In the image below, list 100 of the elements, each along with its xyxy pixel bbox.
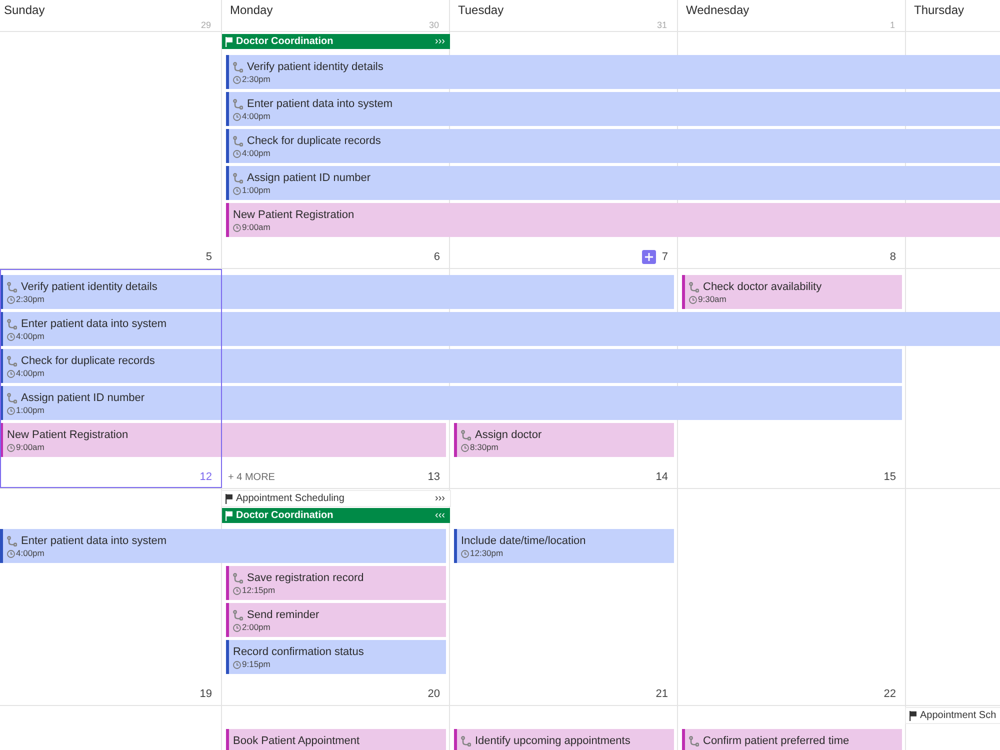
day-name: Wednesday bbox=[686, 3, 750, 18]
event-title: New Patient Registration bbox=[7, 428, 128, 442]
event-time: 2:30pm bbox=[16, 294, 44, 305]
event-time: 4:00pm bbox=[242, 111, 270, 122]
more-link[interactable]: + 4 MORE bbox=[228, 471, 275, 484]
clock-icon bbox=[233, 586, 241, 594]
event-title: Enter patient data into system bbox=[21, 534, 167, 548]
event-title: Assign patient ID number bbox=[247, 171, 371, 185]
event-card[interactable]: Assign patient ID number 1:00pm bbox=[226, 166, 1000, 200]
event-time: 12:15pm bbox=[242, 585, 276, 596]
clock-icon bbox=[233, 660, 241, 668]
date-number: 19 bbox=[200, 688, 212, 701]
date-number: 8 bbox=[890, 251, 896, 264]
event-title: Verify patient identity details bbox=[21, 280, 158, 294]
continuation-arrows: ‹‹‹ bbox=[435, 509, 445, 522]
event-card[interactable]: Book Patient Appointment bbox=[226, 729, 446, 750]
event-title: Enter patient data into system bbox=[21, 317, 167, 331]
milestone-title: Appointment Scheduling bbox=[236, 492, 344, 505]
flag-icon bbox=[909, 710, 917, 720]
event-card[interactable]: Enter patient data into system 4:00pm bbox=[0, 312, 1000, 346]
day-name: Monday bbox=[230, 3, 273, 18]
date-number: 6 bbox=[434, 251, 440, 264]
event-card[interactable]: Identify upcoming appointments bbox=[454, 729, 674, 750]
event-time: 4:00pm bbox=[16, 331, 44, 342]
date-number: 5 bbox=[206, 251, 212, 264]
event-title: Assign doctor bbox=[475, 428, 542, 442]
clock-icon bbox=[461, 444, 469, 452]
event-title: Identify upcoming appointments bbox=[475, 734, 630, 748]
clock-icon bbox=[233, 150, 241, 158]
clock-icon bbox=[233, 224, 241, 232]
date-number: 22 bbox=[884, 688, 896, 701]
clock-icon bbox=[7, 550, 15, 558]
event-time: 1:00pm bbox=[16, 405, 44, 416]
plus-icon bbox=[644, 253, 653, 261]
event-card[interactable]: Include date/time/location 12:30pm bbox=[454, 529, 674, 563]
event-time: 9:00am bbox=[242, 222, 270, 233]
event-card[interactable]: New Patient Registration 9:00am bbox=[226, 203, 1000, 237]
event-title: Check for duplicate records bbox=[247, 134, 381, 148]
event-time: 2:00pm bbox=[242, 622, 270, 633]
event-card[interactable]: Enter patient data into system 4:00pm bbox=[226, 92, 1000, 126]
add-button[interactable] bbox=[642, 250, 656, 264]
clock-icon bbox=[7, 370, 15, 378]
event-time: 1:00pm bbox=[242, 185, 270, 196]
date-number: 15 bbox=[884, 471, 896, 484]
event-title: Book Patient Appointment bbox=[233, 734, 360, 748]
day-name: Sunday bbox=[4, 3, 45, 18]
continuation-arrows: ››› bbox=[435, 492, 445, 505]
milestone-bar[interactable]: Doctor Coordination ››› bbox=[222, 34, 450, 49]
event-card[interactable]: Assign patient ID number 1:00pm bbox=[0, 386, 902, 420]
date-number: 13 bbox=[428, 471, 440, 484]
day-name: Thursday bbox=[914, 3, 964, 18]
event-card[interactable]: Confirm patient preferred time bbox=[682, 729, 902, 750]
event-card[interactable]: Check for duplicate records 4:00pm bbox=[226, 129, 1000, 163]
date-number: 1 bbox=[890, 20, 895, 30]
event-title: Send reminder bbox=[247, 608, 320, 622]
event-time: 12:30pm bbox=[470, 548, 504, 559]
event-card[interactable]: Record confirmation status 9:15pm bbox=[226, 640, 446, 674]
event-card[interactable]: New Patient Registration 9:00am bbox=[0, 423, 446, 457]
clock-icon bbox=[689, 296, 697, 304]
clock-icon bbox=[7, 444, 15, 452]
flag-icon bbox=[225, 36, 233, 46]
event-card[interactable]: Check for duplicate records 4:00pm bbox=[0, 349, 902, 383]
clock-icon bbox=[233, 186, 241, 194]
date-number: 20 bbox=[428, 688, 440, 701]
date-number: 31 bbox=[656, 20, 667, 30]
milestone-title: Doctor Coordination bbox=[236, 509, 334, 522]
clock-icon bbox=[233, 112, 241, 120]
date-number: 12 bbox=[200, 471, 212, 484]
event-card[interactable]: Save registration record 12:15pm bbox=[226, 566, 446, 600]
flag-icon bbox=[225, 494, 233, 504]
event-card[interactable]: Verify patient identity details 2:30pm bbox=[0, 275, 674, 309]
clock-icon bbox=[7, 296, 15, 304]
event-card[interactable]: Enter patient data into system 4:00pm bbox=[0, 529, 446, 563]
event-card[interactable]: Send reminder 2:00pm bbox=[226, 603, 446, 637]
event-title: Record confirmation status bbox=[233, 645, 364, 659]
clock-icon bbox=[233, 624, 241, 632]
day-name: Tuesday bbox=[458, 3, 504, 18]
milestone-title: Appointment Sch bbox=[920, 709, 996, 722]
event-title: Enter patient data into system bbox=[247, 97, 393, 111]
event-title: New Patient Registration bbox=[233, 208, 354, 222]
event-time: 9:30am bbox=[698, 294, 726, 305]
event-time: 9:15pm bbox=[242, 659, 270, 670]
event-title: Check for duplicate records bbox=[21, 354, 155, 368]
event-title: Save registration record bbox=[247, 571, 364, 585]
event-card[interactable]: Verify patient identity details 2:30pm bbox=[226, 55, 1000, 89]
event-card[interactable]: Check doctor availability 9:30am bbox=[682, 275, 902, 309]
flag-icon bbox=[225, 510, 233, 520]
event-time: 4:00pm bbox=[16, 548, 44, 559]
event-time: 9:00am bbox=[16, 442, 44, 453]
date-number: 21 bbox=[656, 688, 668, 701]
continuation-arrows: ››› bbox=[435, 35, 445, 48]
milestone-title: Doctor Coordination bbox=[236, 35, 334, 48]
event-card[interactable]: Assign doctor 8:30pm bbox=[454, 423, 674, 457]
date-number: 30 bbox=[428, 20, 439, 30]
clock-icon bbox=[7, 406, 15, 414]
clock-icon bbox=[461, 550, 469, 558]
date-number: 14 bbox=[656, 471, 668, 484]
event-title: Confirm patient preferred time bbox=[703, 734, 850, 748]
milestone-bar[interactable]: Doctor Coordination ‹‹‹ bbox=[222, 508, 450, 523]
event-time: 4:00pm bbox=[242, 148, 270, 159]
